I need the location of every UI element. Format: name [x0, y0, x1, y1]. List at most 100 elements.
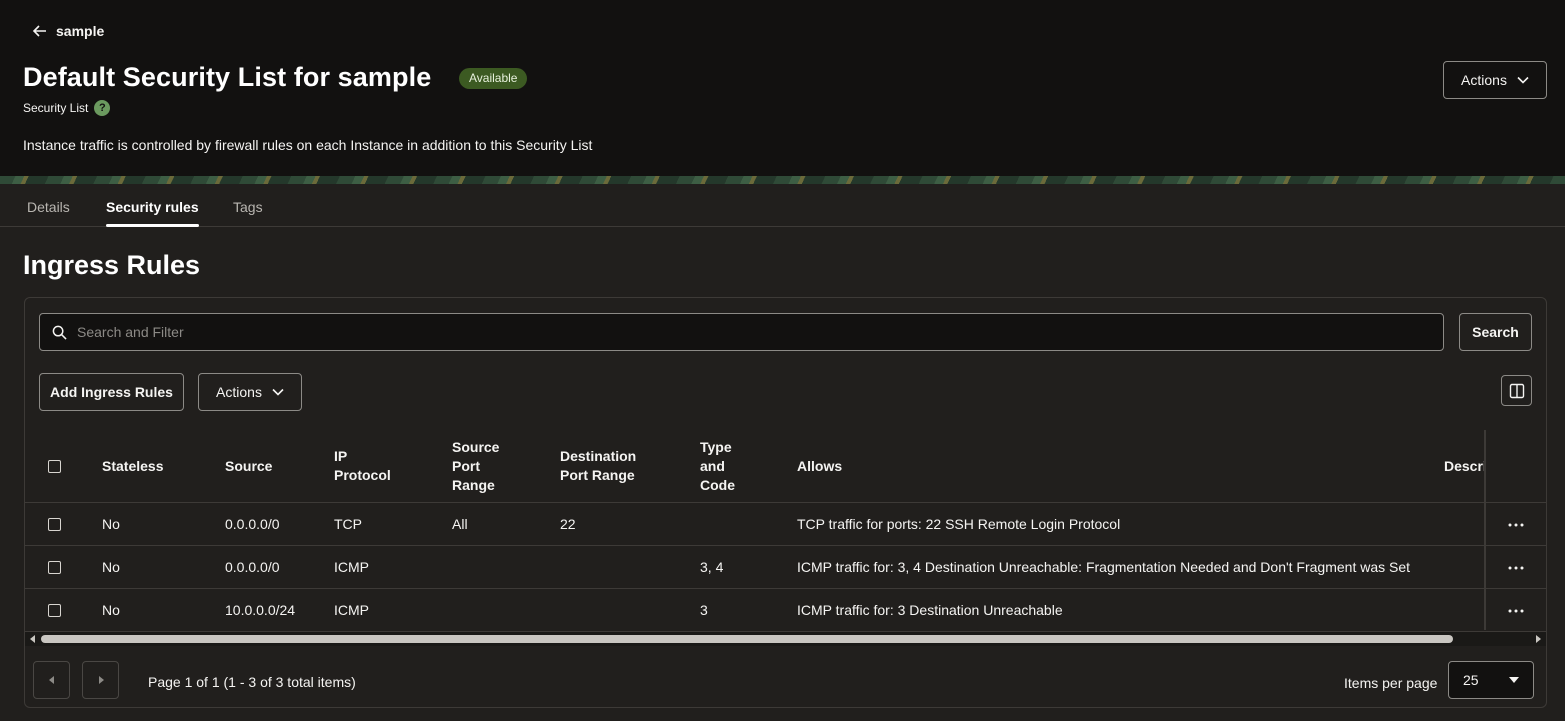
page-title: Default Security List for sample: [23, 62, 432, 92]
header-actions-button[interactable]: Actions: [1443, 61, 1547, 99]
scroll-left-icon[interactable]: [28, 634, 38, 644]
row-select-cell: [48, 589, 61, 631]
help-circle-icon[interactable]: ?: [94, 100, 111, 116]
caret-right-icon: [98, 676, 104, 684]
caret-down-icon: [1509, 677, 1519, 683]
chevron-down-icon: [1517, 76, 1529, 84]
header-line: Port: [452, 457, 480, 474]
resource-type: Security List ?: [23, 99, 111, 117]
header-destination-port-range-text: Destination Port Range: [560, 447, 636, 485]
ingress-rules-panel: Search Add Ingress Rules Actions Statele…: [24, 297, 1547, 708]
tab-tags[interactable]: Tags: [233, 184, 263, 226]
table-actions-label: Actions: [216, 384, 262, 400]
header-ip-protocol[interactable]: IP Protocol: [334, 430, 391, 502]
cell-protocol: ICMP: [334, 559, 369, 575]
add-ingress-rules-button[interactable]: Add Ingress Rules: [39, 373, 184, 411]
row-actions-button[interactable]: [1501, 597, 1531, 625]
cell-protocol: TCP: [334, 516, 362, 532]
header-source[interactable]: Source: [225, 430, 272, 502]
select-all-cell: [48, 430, 61, 502]
header-allows[interactable]: Allows: [797, 430, 842, 502]
row-checkbox[interactable]: [48, 560, 61, 574]
resource-type-label: Security List: [23, 101, 89, 115]
header-stateless[interactable]: Stateless: [102, 430, 163, 502]
header-line: Range: [452, 476, 495, 493]
more-horizontal-icon: [1508, 609, 1524, 613]
decorative-banner: [0, 176, 1565, 184]
items-per-page-label: Items per page: [1344, 675, 1438, 691]
status-badge: Available: [459, 68, 528, 89]
table-row: No 0.0.0.0/0 ICMP 3, 4 ICMP traffic for:…: [25, 546, 1546, 589]
items-per-page-select[interactable]: 25: [1448, 661, 1534, 699]
header-line: IP: [334, 448, 348, 464]
chevron-down-icon: [272, 388, 284, 396]
table-row: No 0.0.0.0/0 TCP All 22 TCP traffic for …: [25, 503, 1546, 546]
cell-type-code: 3: [700, 602, 708, 618]
rules-table: Stateless Source IP Protocol Source Port…: [25, 430, 1546, 632]
header-actions-label: Actions: [1461, 72, 1507, 88]
header-line: Destination: [560, 448, 637, 464]
cell-type-code: 3, 4: [700, 559, 724, 575]
cell-source: 10.0.0.0/24: [225, 602, 296, 618]
select-all-checkbox[interactable]: [48, 459, 61, 473]
previous-page-button[interactable]: [33, 661, 70, 699]
sticky-column-divider: [1484, 430, 1486, 630]
more-horizontal-icon: [1508, 566, 1524, 570]
row-select-cell: [48, 546, 61, 588]
row-checkbox[interactable]: [48, 517, 61, 531]
items-per-page-value: 25: [1463, 672, 1479, 688]
row-actions-button[interactable]: [1501, 554, 1531, 582]
header-destination-port-range[interactable]: Destination Port Range: [560, 430, 636, 502]
row-checkbox[interactable]: [48, 603, 61, 617]
section-title: Ingress Rules: [23, 250, 201, 280]
header-line: Code: [700, 476, 735, 493]
table-row: No 10.0.0.0/24 ICMP 3 ICMP traffic for: …: [25, 589, 1546, 632]
more-horizontal-icon: [1508, 523, 1524, 527]
cell-allows: ICMP traffic for: 3, 4 Destination Unrea…: [797, 559, 1411, 575]
tab-details[interactable]: Details: [27, 184, 70, 226]
table-actions-button[interactable]: Actions: [198, 373, 302, 411]
tab-bar: Details Security rules Tags: [0, 184, 1565, 227]
header-ip-protocol-text: IP Protocol: [334, 447, 391, 485]
header-line: Type: [700, 438, 732, 455]
pagination-info: Page 1 of 1 (1 - 3 of 3 total items): [148, 674, 356, 690]
header-description[interactable]: Descri: [1444, 430, 1484, 502]
page-description: Instance traffic is controlled by firewa…: [23, 137, 593, 153]
cell-allows: ICMP traffic for: 3 Destination Unreacha…: [797, 602, 1063, 618]
horizontal-scrollbar[interactable]: [25, 632, 1546, 646]
header-line: Port Range: [560, 467, 635, 483]
back-link[interactable]: sample: [32, 21, 104, 41]
arrow-left-icon: [32, 25, 46, 37]
cell-source: 0.0.0.0/0: [225, 516, 280, 532]
columns-button[interactable]: [1501, 375, 1532, 406]
header-line: Protocol: [334, 467, 391, 483]
cell-source-port: All: [452, 516, 468, 532]
page-header: sample Default Security List for sample …: [0, 0, 1565, 176]
cell-stateless: No: [102, 602, 120, 618]
scroll-right-icon[interactable]: [1533, 634, 1543, 644]
scrollbar-thumb[interactable]: [41, 635, 1453, 643]
cell-allows: TCP traffic for ports: 22 SSH Remote Log…: [797, 516, 1121, 532]
header-source-port-range-text: Source Port Range: [452, 438, 499, 495]
next-page-button[interactable]: [82, 661, 119, 699]
cell-source: 0.0.0.0/0: [225, 559, 280, 575]
search-button[interactable]: Search: [1459, 313, 1532, 351]
search-input[interactable]: [77, 324, 1443, 340]
header-source-port-range[interactable]: Source Port Range: [452, 430, 499, 502]
header-line: Source: [452, 438, 500, 455]
cell-stateless: No: [102, 516, 120, 532]
back-link-label: sample: [56, 23, 105, 39]
columns-icon: [1509, 383, 1524, 398]
cell-stateless: No: [102, 559, 120, 575]
header-type-and-code[interactable]: Type and Code: [700, 430, 735, 502]
table-header-row: Stateless Source IP Protocol Source Port…: [25, 430, 1546, 503]
cell-protocol: ICMP: [334, 602, 369, 618]
row-actions-button[interactable]: [1501, 511, 1531, 539]
cell-dest-port: 22: [560, 516, 576, 532]
search-box[interactable]: [39, 313, 1444, 351]
header-line: and: [700, 457, 725, 474]
row-select-cell: [48, 503, 61, 545]
tab-security-rules[interactable]: Security rules: [106, 184, 199, 227]
caret-left-icon: [48, 676, 54, 684]
search-icon: [52, 325, 67, 340]
